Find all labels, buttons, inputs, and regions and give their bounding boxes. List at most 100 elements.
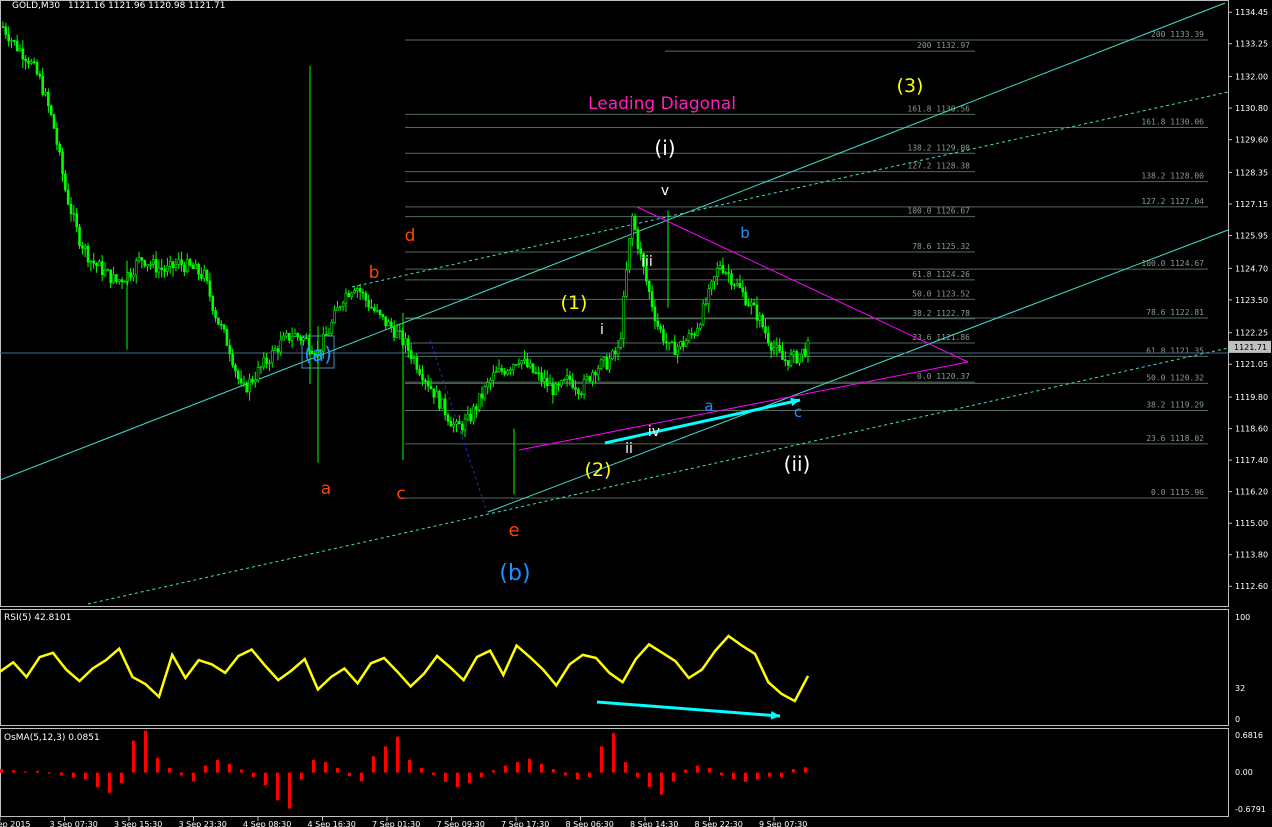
candle <box>667 342 671 351</box>
osma-bar <box>24 771 27 773</box>
candle <box>441 398 444 409</box>
fib-level-label: 38.2 1119.29 <box>1146 400 1204 409</box>
candle <box>755 296 759 329</box>
diagonal-upper-line <box>636 206 969 363</box>
price-tick-label: 1115.00 <box>1235 519 1268 528</box>
candle <box>333 305 336 324</box>
chart-canvas: 200 1132.97161.8 1130.56138.2 1129.08127… <box>0 0 1271 827</box>
candle <box>89 260 93 272</box>
candle <box>398 323 402 340</box>
osma-bar <box>576 772 579 780</box>
candle <box>134 257 138 284</box>
candle <box>650 285 654 312</box>
candle <box>358 283 362 301</box>
candle <box>679 340 682 350</box>
candle <box>38 70 42 80</box>
candle <box>384 316 387 330</box>
osma-bar <box>528 758 531 773</box>
osma-bar <box>108 772 111 793</box>
candle <box>256 360 260 383</box>
candle <box>373 303 376 313</box>
candle <box>752 298 756 306</box>
candle <box>168 255 172 274</box>
price-tick-label: 1128.35 <box>1235 168 1268 177</box>
osma-bar <box>804 767 807 773</box>
candle <box>730 269 733 290</box>
candle <box>744 286 747 307</box>
osma-bar <box>408 759 411 773</box>
candle <box>503 367 507 377</box>
osma-tick-label: -0.6791 <box>1235 805 1266 814</box>
candle <box>208 272 212 302</box>
candle <box>24 55 27 70</box>
osma-bar <box>468 772 471 784</box>
candle <box>120 277 124 289</box>
osma-bar <box>264 772 267 786</box>
candle <box>268 359 271 371</box>
candle <box>582 374 586 400</box>
rsi-indicator <box>0 634 810 703</box>
candle <box>18 44 22 53</box>
fib-level-label: 200 1132.97 <box>917 41 970 50</box>
osma-bar <box>372 756 375 773</box>
wave-label: (a) <box>304 342 332 366</box>
osma-bar <box>708 767 711 773</box>
candle <box>548 374 552 386</box>
osma-bar <box>672 772 675 782</box>
candle <box>200 267 203 282</box>
candle <box>191 262 195 270</box>
candle <box>219 320 223 331</box>
symbol-header: GOLD,M30 <box>12 1 60 11</box>
candle <box>531 363 535 374</box>
fib-level-label: 200 1133.39 <box>1151 30 1204 39</box>
osma-bar <box>96 772 99 788</box>
candle <box>511 363 515 376</box>
candle <box>64 169 67 193</box>
time-tick-label: 7 Sep 17:30 <box>501 820 549 827</box>
rsi-panel-frame <box>0 609 1229 726</box>
candle <box>724 270 728 276</box>
candle <box>670 340 674 344</box>
wave-label: (i) <box>654 136 675 160</box>
wave-label: ii <box>625 441 633 457</box>
price-tick-label: 1124.70 <box>1235 264 1268 273</box>
candle <box>710 280 713 296</box>
candle <box>562 378 566 382</box>
candle <box>273 345 277 352</box>
osma-bar <box>36 770 39 773</box>
candle <box>656 313 660 331</box>
candle <box>188 257 192 267</box>
osma-bar <box>624 762 627 773</box>
candle <box>412 354 416 365</box>
candle <box>673 334 677 355</box>
candle <box>327 327 331 336</box>
rsi-label: RSI(5) 42.8101 <box>4 613 71 623</box>
candle <box>171 260 175 277</box>
candle <box>194 259 198 270</box>
candle <box>282 331 285 341</box>
candle <box>381 313 385 321</box>
candle <box>287 332 291 344</box>
price-tick-label: 1127.15 <box>1235 200 1268 209</box>
candle <box>100 255 104 282</box>
rsi-divergence-arrow <box>596 700 781 718</box>
wave-label: iii <box>641 254 653 270</box>
fib-level-label: 78.6 1125.32 <box>912 242 970 251</box>
fib-level-label: 100.0 1126.67 <box>907 207 970 216</box>
candle <box>443 393 447 421</box>
osma-bar <box>84 772 87 780</box>
time-tick-label: 7 Sep 09:30 <box>437 820 485 827</box>
candle <box>239 370 243 387</box>
price-tick-label: 1116.20 <box>1235 488 1268 497</box>
candle <box>687 329 691 343</box>
osma-bar <box>168 767 171 773</box>
candle <box>185 253 189 274</box>
wave-label: (ii) <box>784 452 811 476</box>
candle <box>290 327 294 348</box>
candle <box>15 34 19 52</box>
price-tick-label: 1113.80 <box>1235 551 1268 560</box>
candle <box>602 356 606 368</box>
time-tick-label: 9 Sep 07:30 <box>759 820 807 827</box>
osma-bar <box>228 763 231 773</box>
candle <box>98 259 101 266</box>
